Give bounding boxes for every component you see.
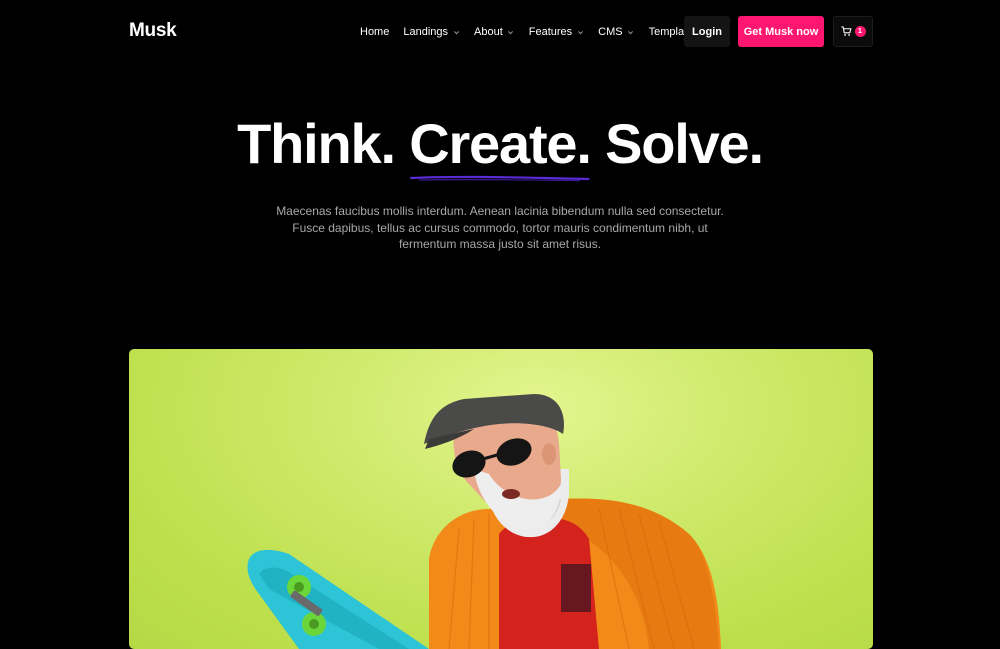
nav-item-label: Landings xyxy=(403,26,448,38)
hero-title-highlight-text: Create. xyxy=(409,112,592,175)
chevron-down-icon xyxy=(507,28,515,36)
nav-item-about[interactable]: About xyxy=(474,22,515,42)
cart-icon xyxy=(840,26,855,37)
hero-title-part1: Think. xyxy=(237,112,396,175)
nav-item-label: Features xyxy=(528,26,573,38)
chevron-down-icon xyxy=(576,28,584,36)
hero-image xyxy=(129,349,873,649)
nav-item-label: About xyxy=(474,26,503,38)
chevron-down-icon xyxy=(627,28,635,36)
nav-item-label: Home xyxy=(360,26,390,38)
man-with-skateboard-illustration xyxy=(247,394,721,649)
top-navigation: Musk Home Landings About Features CMS Te… xyxy=(0,0,1000,64)
brush-underline xyxy=(410,175,590,182)
cart-button[interactable]: 1 xyxy=(833,16,873,47)
nav-item-home[interactable]: Home xyxy=(360,22,389,42)
hero-title-part2: Solve. xyxy=(605,112,764,175)
cart-count-badge: 1 xyxy=(854,26,866,37)
nav-item-features[interactable]: Features xyxy=(529,22,584,42)
login-button[interactable]: Login xyxy=(684,16,730,47)
hero-title-highlight: Create. xyxy=(409,112,592,182)
get-musk-now-button[interactable]: Get Musk now xyxy=(738,16,824,47)
nav-item-landings[interactable]: Landings xyxy=(403,22,460,42)
hero-description: Maecenas faucibus mollis interdum. Aenea… xyxy=(276,204,724,251)
logo[interactable]: Musk xyxy=(129,20,177,42)
nav-item-cms[interactable]: CMS xyxy=(598,22,634,42)
main-menu: Home Landings About Features CMS Templat… xyxy=(360,22,719,42)
nav-item-label: CMS xyxy=(598,26,623,38)
hero-title: Think. Create. Solve. xyxy=(0,112,1000,182)
chevron-down-icon xyxy=(452,28,460,36)
